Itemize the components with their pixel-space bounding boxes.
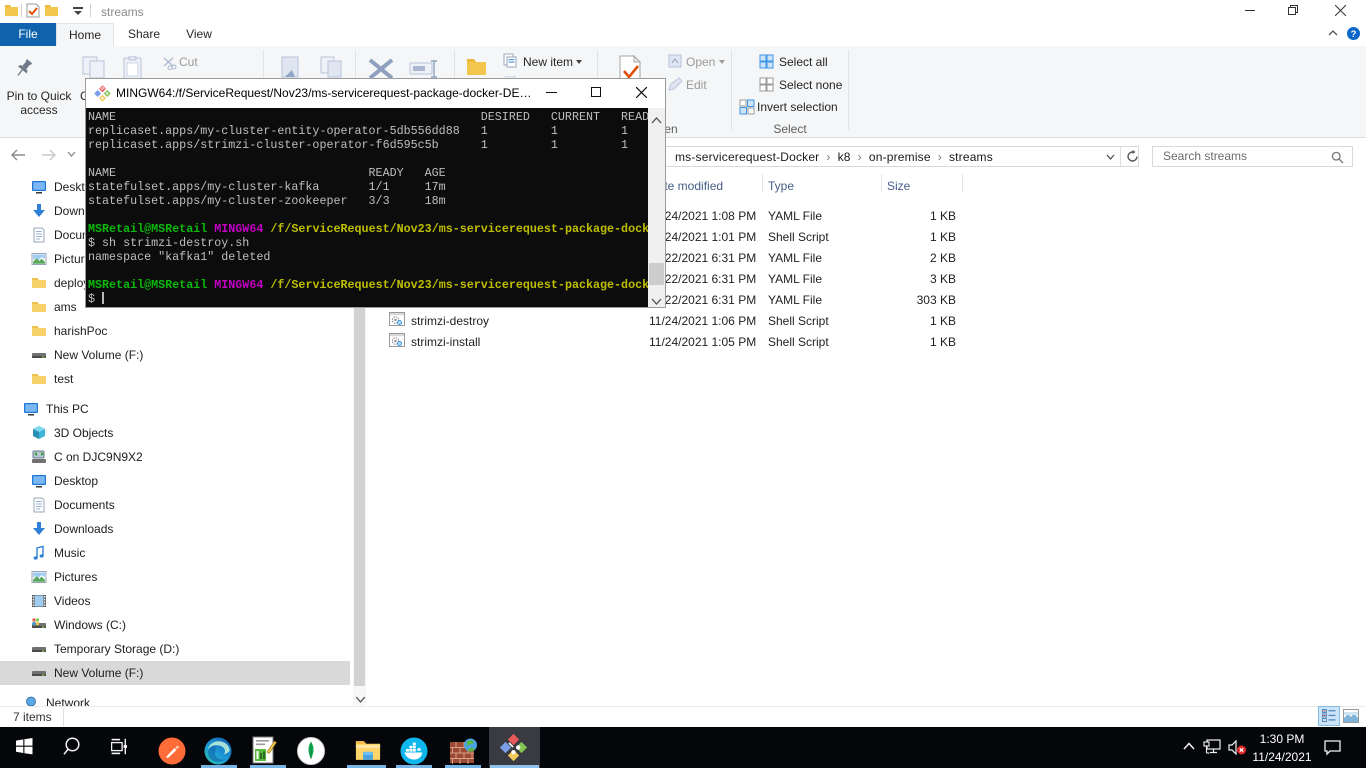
- svg-text:?: ?: [1351, 29, 1357, 40]
